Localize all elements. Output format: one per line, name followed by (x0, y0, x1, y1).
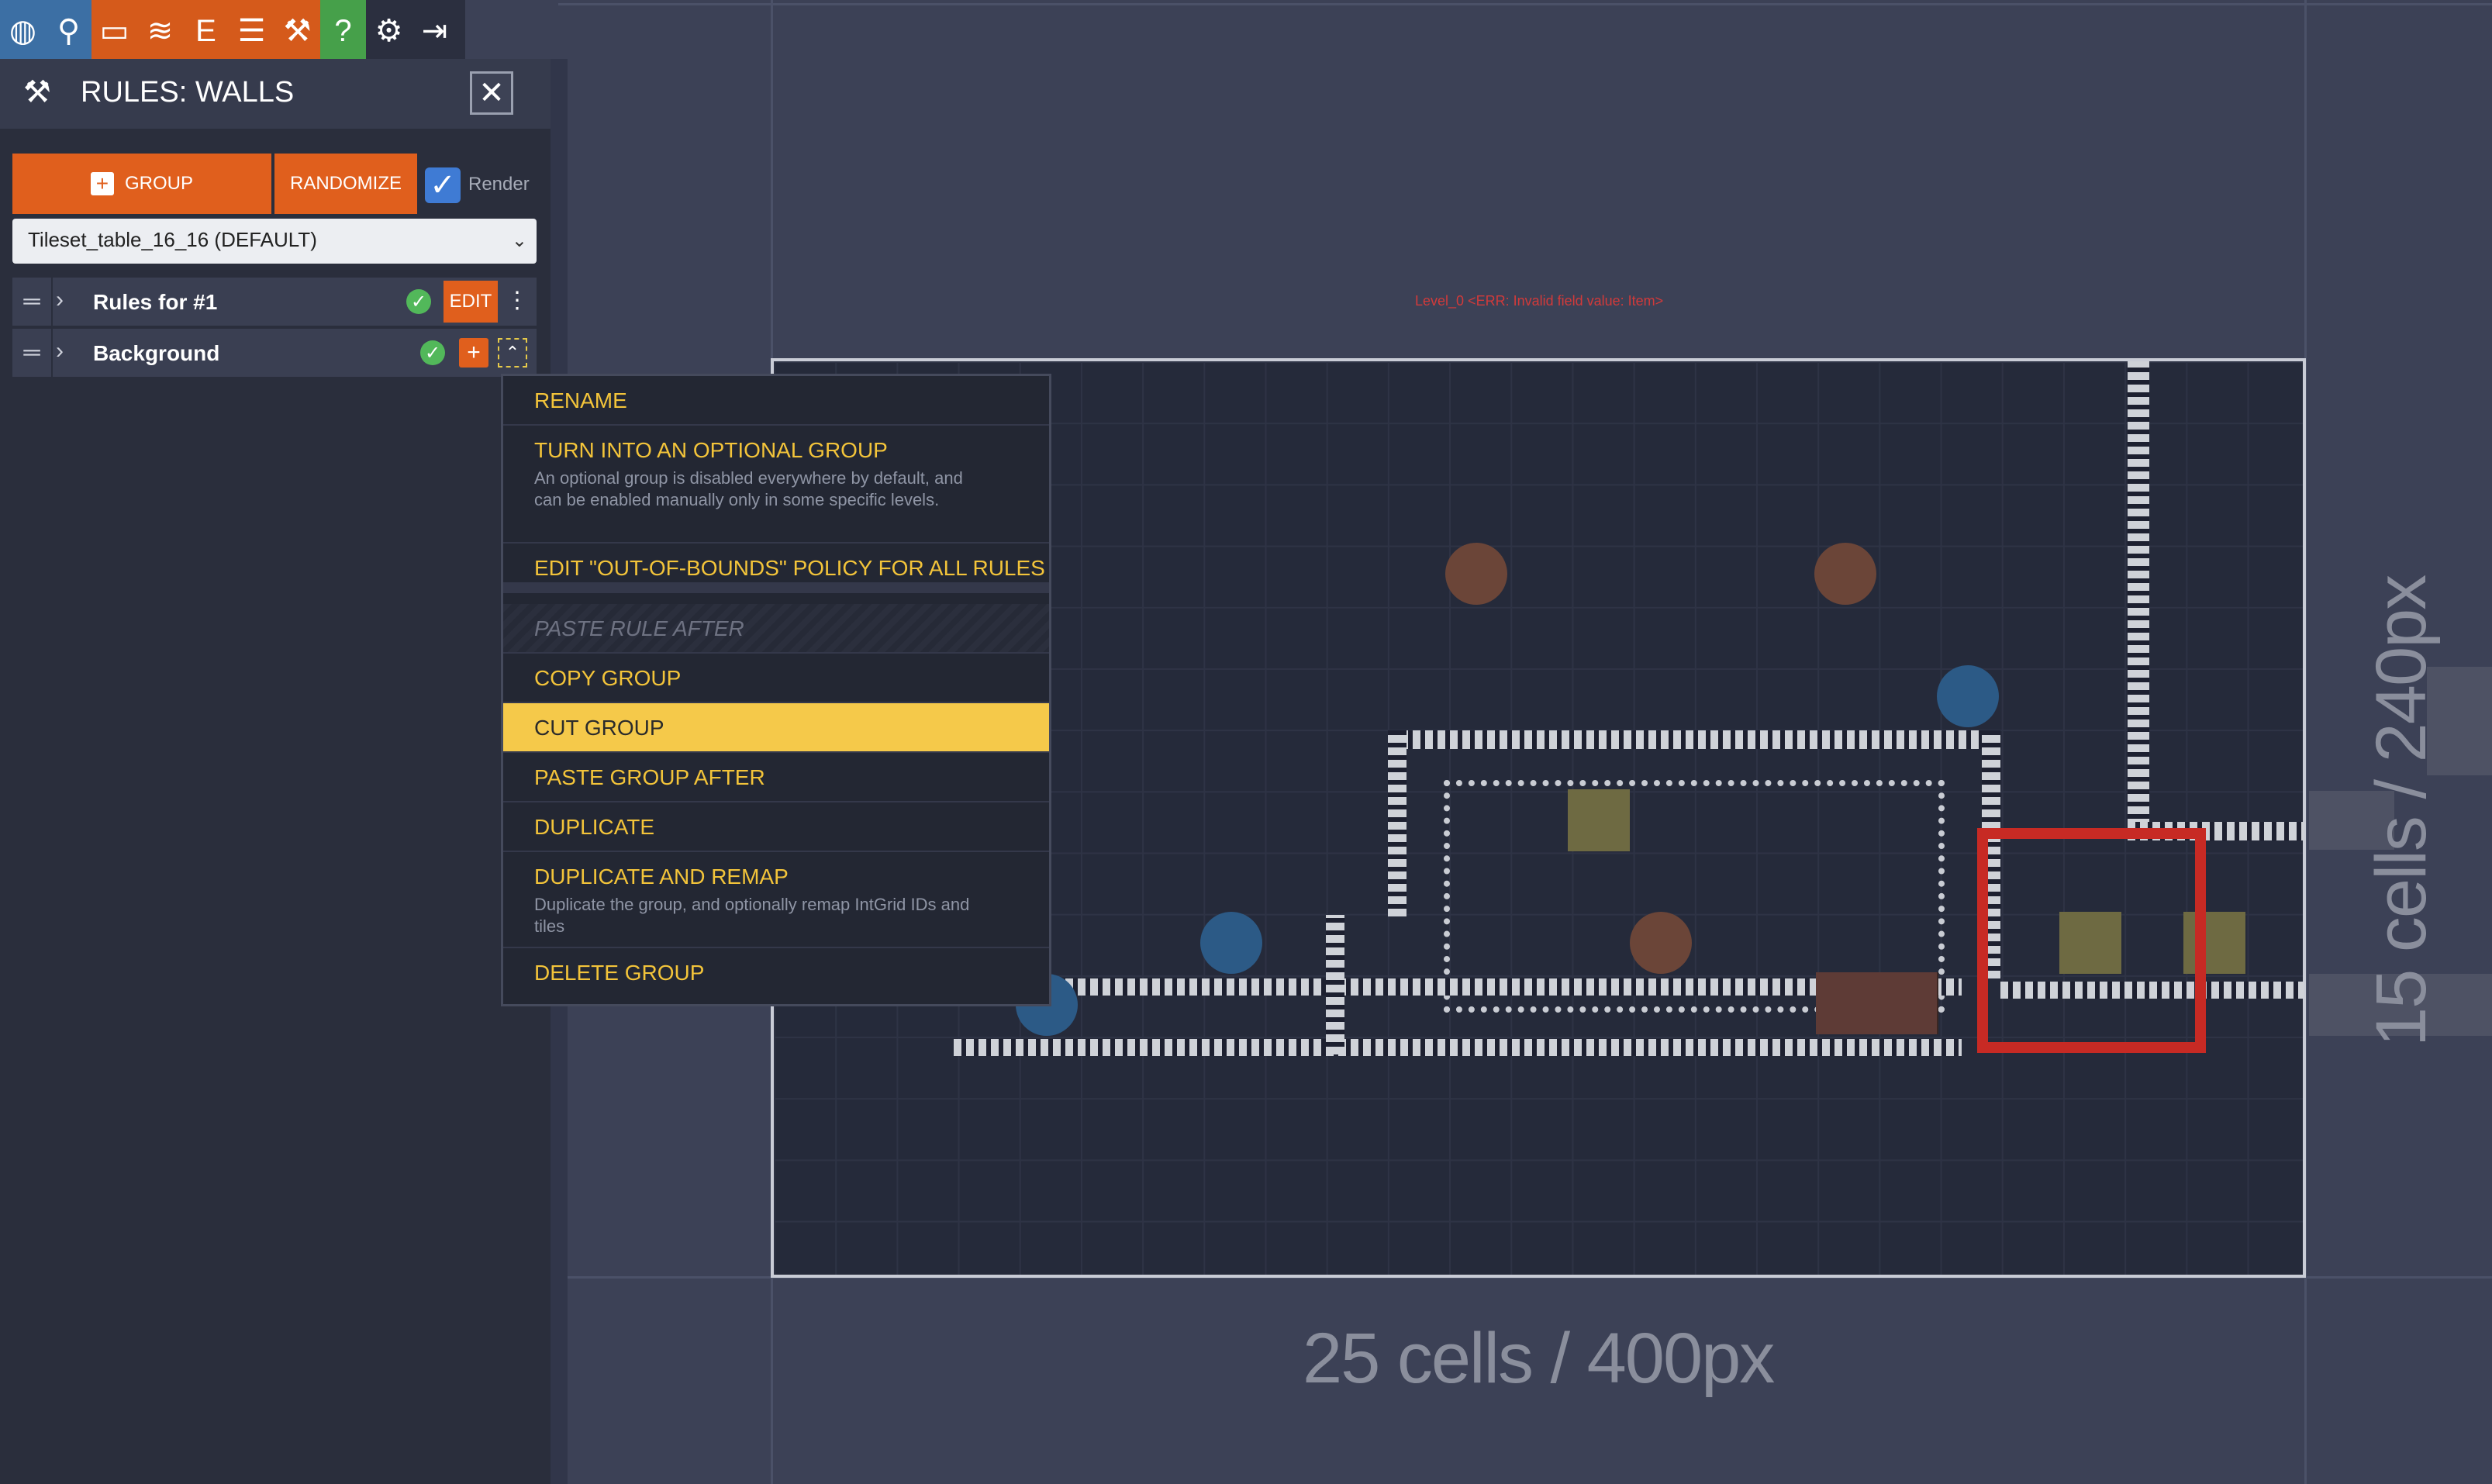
enabled-check-icon[interactable]: ✓ (420, 340, 445, 365)
menu-item-label: DUPLICATE (534, 815, 655, 839)
hammer-icon: ⚒ (23, 75, 51, 109)
panel-header: ⚒ RULES: WALLS ✕ (0, 59, 551, 129)
menu-item-paste-group[interactable]: PASTE GROUP AFTER (503, 753, 1049, 802)
edit-button[interactable]: EDIT (444, 281, 498, 323)
menu-item-label: EDIT "OUT-OF-BOUNDS" POLICY FOR ALL RULE… (534, 556, 1045, 580)
world-grid-line (558, 3, 2492, 5)
wall-tile (1388, 730, 1406, 916)
entity-marker[interactable] (1445, 543, 1507, 605)
menu-item-copy-group[interactable]: COPY GROUP (503, 654, 1049, 703)
globe-icon[interactable]: ◍ (0, 0, 46, 62)
folder-settings-icon[interactable]: ▭ (91, 0, 137, 62)
plus-icon: + (90, 171, 114, 195)
drag-handle-icon[interactable]: ═ (12, 329, 53, 377)
add-group-button[interactable]: + GROUP (12, 154, 271, 214)
menu-item-label: PASTE RULE AFTER (534, 616, 744, 640)
render-label: Render (468, 174, 530, 195)
menu-item-label: COPY GROUP (534, 666, 682, 690)
entity-marker[interactable] (1937, 665, 1999, 727)
menu-item-label: TURN INTO AN OPTIONAL GROUP (534, 438, 888, 462)
gear-icon[interactable]: ⚙ (366, 0, 412, 62)
menu-item-paste-rule: PASTE RULE AFTER (503, 604, 1049, 654)
wall-tile (1388, 730, 2000, 749)
more-options-icon[interactable]: ⋮ (506, 287, 529, 314)
group-context-menu: RENAME TURN INTO AN OPTIONAL GROUP An op… (501, 374, 1051, 1006)
entity-icon[interactable]: E (183, 0, 229, 62)
menu-item-rename[interactable]: RENAME (503, 376, 1049, 426)
panel-title: RULES: WALLS (81, 76, 295, 109)
wall-tile (2128, 361, 2149, 827)
menu-item-label: RENAME (534, 388, 627, 412)
add-group-label: GROUP (124, 173, 193, 194)
menu-item-label: DUPLICATE AND REMAP (534, 865, 789, 889)
menu-item-duplicate[interactable]: DUPLICATE (503, 802, 1049, 852)
entity-marker[interactable] (1814, 543, 1876, 605)
chevron-right-icon[interactable]: › (56, 338, 64, 364)
wall-tile (954, 1039, 1962, 1056)
main-toolbar: ◍ ⚲ ▭ ≋ E ☰ ⚒ ? ⚙ ⇥ (0, 0, 465, 62)
hammer-icon[interactable]: ⚒ (274, 0, 320, 62)
chevron-right-icon[interactable]: › (56, 287, 64, 313)
tileset-select-value: Tileset_table_16_16 (DEFAULT) (28, 228, 317, 251)
enabled-check-icon[interactable]: ✓ (406, 289, 431, 314)
selection-rectangle (1977, 828, 2206, 1053)
tileset-select[interactable]: Tileset_table_16_16 (DEFAULT) ⌄ (12, 219, 537, 264)
close-button[interactable]: ✕ (470, 71, 513, 115)
menu-item-label: CUT GROUP (534, 716, 664, 740)
render-checkbox[interactable]: ✓ (425, 167, 461, 203)
rules-panel: ⚒ RULES: WALLS ✕ + GROUP RANDOMIZE ✓ Ren… (0, 59, 551, 1484)
rule-group-name: Rules for #1 (93, 290, 218, 314)
entity-marker[interactable] (1200, 912, 1262, 974)
entity-marker[interactable] (1876, 972, 1938, 1034)
entity-marker[interactable] (1568, 789, 1630, 851)
chevron-down-icon: ⌄ (511, 230, 527, 251)
rule-group-row[interactable]: ═ › Background ✓ + ⌃ (12, 329, 537, 377)
level-height-label: 15 cells / 240px (2362, 575, 2441, 1047)
rule-group-name: Background (93, 341, 220, 365)
menu-item-delete-group[interactable]: DELETE GROUP (503, 948, 1049, 1004)
wall-tile (954, 978, 1962, 996)
layers-icon[interactable]: ≋ (137, 0, 183, 62)
list-icon[interactable]: ☰ (229, 0, 274, 62)
entity-marker[interactable] (1630, 912, 1692, 974)
chevron-up-icon[interactable]: ⌃ (498, 338, 527, 368)
drag-handle-icon[interactable]: ═ (12, 278, 53, 326)
menu-item-out-of-bounds[interactable]: EDIT "OUT-OF-BOUNDS" POLICY FOR ALL RULE… (503, 544, 1049, 593)
menu-item-description: Duplicate the group, and optionally rema… (534, 895, 970, 936)
add-rule-icon[interactable]: + (459, 338, 488, 368)
entity-marker[interactable] (1816, 972, 1878, 1034)
menu-item-optional-group[interactable]: TURN INTO AN OPTIONAL GROUP An optional … (503, 426, 1049, 544)
level-width-label: 25 cells / 400px (1303, 1319, 1775, 1398)
level-error-label: Level_0 <ERR: Invalid field value: Item> (1415, 293, 1664, 309)
menu-item-duplicate-remap[interactable]: DUPLICATE AND REMAP Duplicate the group,… (503, 852, 1049, 948)
menu-item-label: DELETE GROUP (534, 961, 705, 985)
randomize-button[interactable]: RANDOMIZE (274, 154, 417, 214)
menu-item-description: An optional group is disabled everywhere… (534, 468, 963, 509)
menu-item-cut-group[interactable]: CUT GROUP (503, 703, 1049, 753)
map-pin-icon[interactable]: ⚲ (46, 0, 91, 62)
menu-item-label: PASTE GROUP AFTER (534, 765, 765, 789)
help-icon[interactable]: ? (320, 0, 366, 62)
wall-tile (1326, 915, 1344, 1054)
exit-icon[interactable]: ⇥ (412, 0, 457, 62)
rule-group-row[interactable]: ═ › Rules for #1 ✓ EDIT ⋮ (12, 278, 537, 326)
